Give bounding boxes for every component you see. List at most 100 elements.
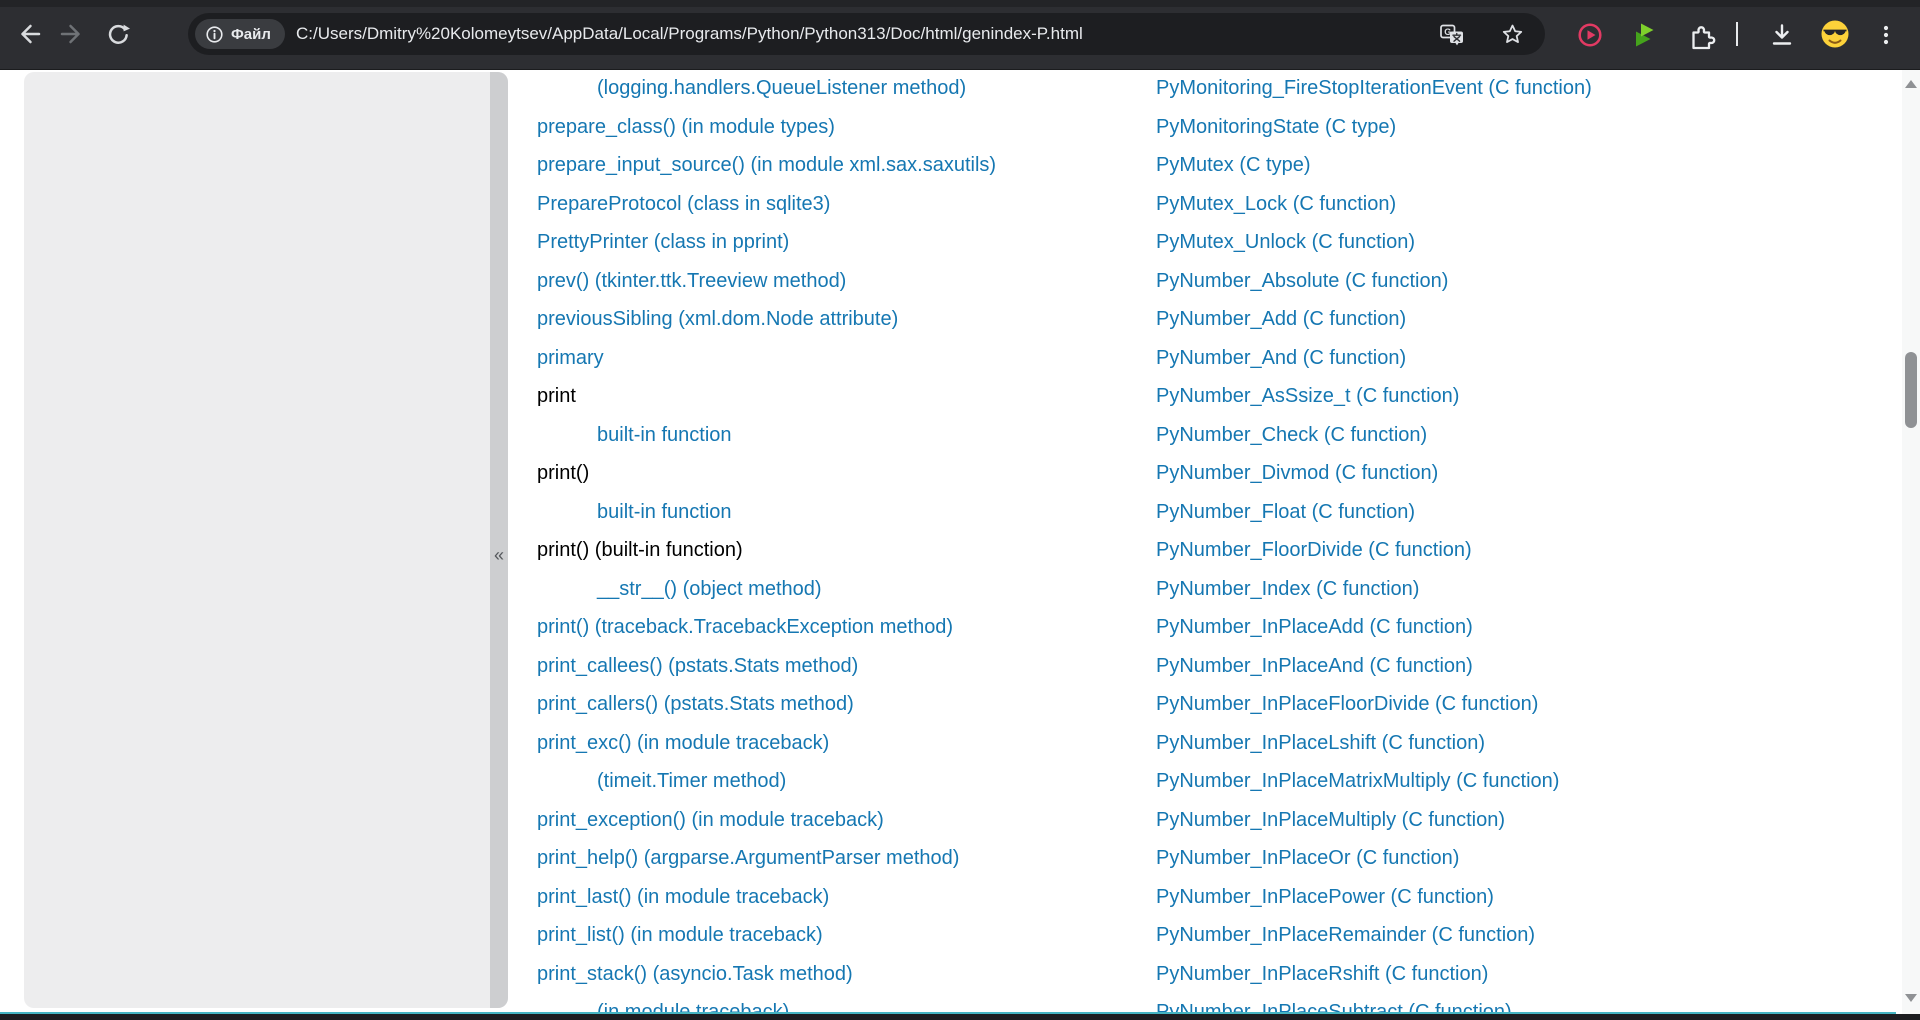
window-top-edge [0,0,1920,7]
index-link[interactable]: print_stack() (asyncio.Task method) [537,963,853,985]
index-link[interactable]: print_help() (argparse.ArgumentParser me… [537,847,959,869]
bookmark-button[interactable] [1500,22,1524,46]
index-link[interactable]: PyNumber_InPlaceMultiply (C function) [1156,809,1505,831]
index-link[interactable]: PyMonitoring_FireStopIterationEvent (C f… [1156,77,1592,99]
scroll-up-arrow[interactable] [1902,76,1920,92]
index-entry-row: print_exception() (in module traceback) [537,801,1147,840]
index-link[interactable]: PyNumber_InPlaceRemainder (C function) [1156,924,1535,946]
back-button[interactable] [12,17,46,51]
index-link[interactable]: (logging.handlers.QueueListener method) [597,77,966,99]
index-link[interactable]: PyNumber_Divmod (C function) [1156,462,1438,484]
index-entry-row: PyNumber_Add (C function) [1156,300,1896,339]
index-entry-row: print_callees() (pstats.Stats method) [537,647,1147,686]
browser-menu-button[interactable] [1870,19,1902,51]
index-link[interactable]: PyNumber_FloorDivide (C function) [1156,539,1472,561]
arrow-left-icon [15,20,43,48]
index-link[interactable]: built-in function [597,501,732,523]
reload-icon [103,20,132,49]
index-link[interactable]: PyNumber_InPlaceAnd (C function) [1156,655,1473,677]
index-link[interactable]: print_exc() (in module traceback) [537,732,829,754]
index-link[interactable]: PyNumber_And (C function) [1156,347,1406,369]
toolbar-separator [1736,22,1738,46]
index-term: print [537,385,576,407]
index-link[interactable]: print_callees() (pstats.Stats method) [537,655,858,677]
index-entry-row: PyMutex_Unlock (C function) [1156,223,1896,262]
extension-record-button[interactable] [1574,19,1606,51]
index-entry-row: print_callers() (pstats.Stats method) [537,685,1147,724]
profile-avatar[interactable] [1819,18,1851,50]
index-link[interactable]: PyNumber_Float (C function) [1156,501,1415,523]
index-link[interactable]: print_callers() (pstats.Stats method) [537,693,854,715]
index-link[interactable]: PyNumber_InPlaceFloorDivide (C function) [1156,693,1538,715]
index-link[interactable]: prev() (tkinter.ttk.Treeview method) [537,270,846,292]
index-column-right: PyMonitoring_FireStopIterationEvent (C f… [1156,70,1896,1020]
index-entry-row: print [537,377,1147,416]
index-entry-row: PyMonitoring_FireStopIterationEvent (C f… [1156,70,1896,108]
index-link[interactable]: PyMutex (C type) [1156,154,1310,176]
window-bottom-edge [0,1014,1920,1020]
sunglasses-emoji-icon [1820,19,1850,49]
index-link[interactable]: PyNumber_AsSsize_t (C function) [1156,385,1459,407]
extension-green-button[interactable] [1628,19,1660,51]
arrow-right-icon [58,20,86,48]
index-entry-row: PyNumber_InPlaceMultiply (C function) [1156,801,1896,840]
index-link[interactable]: PrettyPrinter (class in pprint) [537,231,789,253]
index-columns: (logging.handlers.QueueListener method) p… [508,70,1902,1020]
index-entry-row: PyNumber_InPlaceMatrixMultiply (C functi… [1156,762,1896,801]
index-link[interactable]: prepare_input_source() (in module xml.sa… [537,154,996,176]
index-link[interactable]: (timeit.Timer method) [597,770,786,792]
index-link[interactable]: PyNumber_InPlaceLshift (C function) [1156,732,1485,754]
index-link[interactable]: __str__() (object method) [597,578,822,600]
site-info-chip[interactable]: Файл [195,19,285,49]
forward-button[interactable] [55,17,89,51]
sidebar-collapse-button[interactable]: « [488,542,510,568]
index-link[interactable]: previousSibling (xml.dom.Node attribute) [537,308,898,330]
index-entry-row: PyNumber_InPlaceOr (C function) [1156,839,1896,878]
scrollbar-thumb[interactable] [1905,352,1917,428]
index-link[interactable]: print() (traceback.TracebackException me… [537,616,953,638]
index-entry-row: prepare_input_source() (in module xml.sa… [537,146,1147,185]
index-link[interactable]: print_last() (in module traceback) [537,886,829,908]
index-link[interactable]: PyNumber_Check (C function) [1156,424,1427,446]
index-entry-row: built-in function [537,416,1147,455]
index-entry-row: print() [537,454,1147,493]
index-link[interactable]: built-in function [597,424,732,446]
index-link[interactable]: PyMutex_Unlock (C function) [1156,231,1415,253]
index-entry-row: PyNumber_InPlaceFloorDivide (C function) [1156,685,1896,724]
translate-icon: G [1439,21,1465,47]
downloads-button[interactable] [1766,19,1798,51]
scroll-down-arrow[interactable] [1902,990,1920,1006]
index-link[interactable]: PyNumber_InPlaceAdd (C function) [1156,616,1473,638]
translate-button[interactable]: G [1440,22,1464,46]
index-link[interactable]: PyNumber_InPlacePower (C function) [1156,886,1494,908]
page-scrollbar[interactable] [1902,70,1920,1014]
extensions-menu-button[interactable] [1686,19,1718,51]
index-link[interactable]: PrepareProtocol (class in sqlite3) [537,193,830,215]
puzzle-icon [1687,20,1717,50]
index-entry-row: PyNumber_Absolute (C function) [1156,262,1896,301]
index-link[interactable]: prepare_class() (in module types) [537,116,835,138]
index-entry-row: PyMutex (C type) [1156,146,1896,185]
index-link[interactable]: PyMonitoringState (C type) [1156,116,1396,138]
index-link[interactable]: print_exception() (in module traceback) [537,809,884,831]
address-bar[interactable]: Файл C:/Users/Dmitry%20Kolomeytsev/AppDa… [188,13,1545,55]
index-entry-row: print_last() (in module traceback) [537,878,1147,917]
index-link[interactable]: PyNumber_Absolute (C function) [1156,270,1448,292]
sidebar-divider-strip[interactable]: « [490,72,508,1008]
index-link[interactable]: PyMutex_Lock (C function) [1156,193,1396,215]
index-link[interactable]: print_list() (in module traceback) [537,924,823,946]
index-link[interactable]: PyNumber_InPlaceMatrixMultiply (C functi… [1156,770,1559,792]
index-link[interactable]: primary [537,347,604,369]
index-entry-row: PyNumber_InPlaceLshift (C function) [1156,724,1896,763]
index-link[interactable]: PyNumber_InPlaceRshift (C function) [1156,963,1488,985]
index-entry-row: previousSibling (xml.dom.Node attribute) [537,300,1147,339]
index-link[interactable]: PyNumber_Index (C function) [1156,578,1419,600]
reload-button[interactable] [100,17,134,51]
index-link[interactable]: PyNumber_InPlaceOr (C function) [1156,847,1459,869]
url-text[interactable]: C:/Users/Dmitry%20Kolomeytsev/AppData/Lo… [296,13,1083,55]
index-entry-row: primary [537,339,1147,378]
index-link[interactable]: PyNumber_Add (C function) [1156,308,1406,330]
index-entry-row: print() (built-in function) [537,531,1147,570]
record-circle-icon [1576,21,1604,49]
index-entry-row: PyMonitoringState (C type) [1156,108,1896,147]
